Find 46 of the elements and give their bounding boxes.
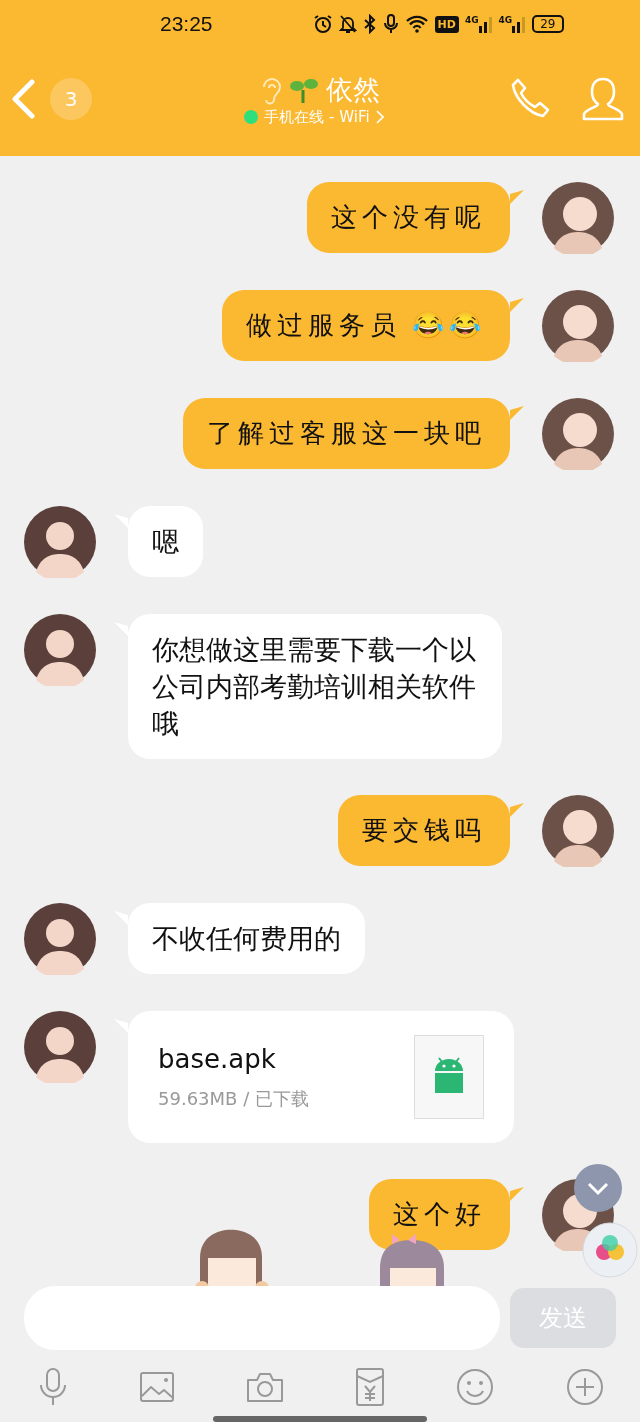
chevron-right-icon[interactable]: [375, 110, 384, 124]
unread-count-badge[interactable]: 3: [50, 78, 92, 120]
file-name: base.apk: [158, 1043, 277, 1075]
signal-icon: [512, 15, 527, 33]
scroll-down-button[interactable]: [574, 1164, 622, 1212]
message-bubble: 你想做这里需要下载一个以公司内部考勤培训相关软件哦: [128, 614, 502, 759]
hd-badge: HD: [434, 15, 459, 33]
contact-avatar[interactable]: [24, 506, 96, 578]
android-file-icon: [414, 1035, 484, 1119]
back-icon[interactable]: [10, 79, 36, 119]
file-message[interactable]: base.apk 59.63MB / 已下载: [128, 1011, 514, 1143]
microphone-icon: [382, 14, 399, 34]
message-bubble: 这个没有呢: [307, 182, 510, 253]
microphone-icon[interactable]: [38, 1367, 68, 1408]
alarm-icon: [312, 14, 333, 34]
contact-avatar[interactable]: [24, 1011, 96, 1083]
battery-indicator: 29: [532, 15, 564, 33]
message-bubble: 做过服务员 😂😂: [221, 290, 510, 361]
user-avatar[interactable]: [542, 398, 614, 470]
status-time: 23:25: [160, 12, 213, 36]
message-bubble: 了解过客服这一块吧: [183, 398, 510, 469]
user-avatar[interactable]: [542, 182, 614, 254]
bell-off-icon: [338, 14, 357, 34]
message-bubble: 要交钱吗: [338, 795, 510, 866]
contact-name: 依然: [326, 72, 380, 107]
camera-icon[interactable]: [246, 1371, 284, 1404]
contact-avatar[interactable]: [24, 614, 96, 686]
network-label: 4G: [464, 15, 479, 25]
user-avatar[interactable]: [542, 290, 614, 362]
wifi-icon: [404, 14, 429, 34]
message-bubble: 不收任何费用的: [128, 903, 365, 974]
yen-envelope-icon[interactable]: [356, 1368, 384, 1407]
bluetooth-icon: [362, 14, 377, 34]
emoji-icon[interactable]: [456, 1368, 494, 1407]
user-avatar[interactable]: [542, 795, 614, 867]
profile-icon[interactable]: [582, 76, 624, 122]
network-label: 4G: [498, 15, 513, 25]
plus-icon[interactable]: [566, 1368, 604, 1407]
image-icon[interactable]: [140, 1372, 174, 1403]
file-size: 59.63MB / 已下载: [158, 1087, 310, 1111]
contact-avatar[interactable]: [24, 903, 96, 975]
online-status[interactable]: 手机在线 - WiFi: [264, 107, 370, 127]
signal-icon: [478, 15, 493, 33]
message-bubble: 嗯: [128, 506, 203, 577]
message-bubble: 这个好: [369, 1179, 510, 1250]
floating-assistant-orb[interactable]: [582, 1222, 638, 1278]
